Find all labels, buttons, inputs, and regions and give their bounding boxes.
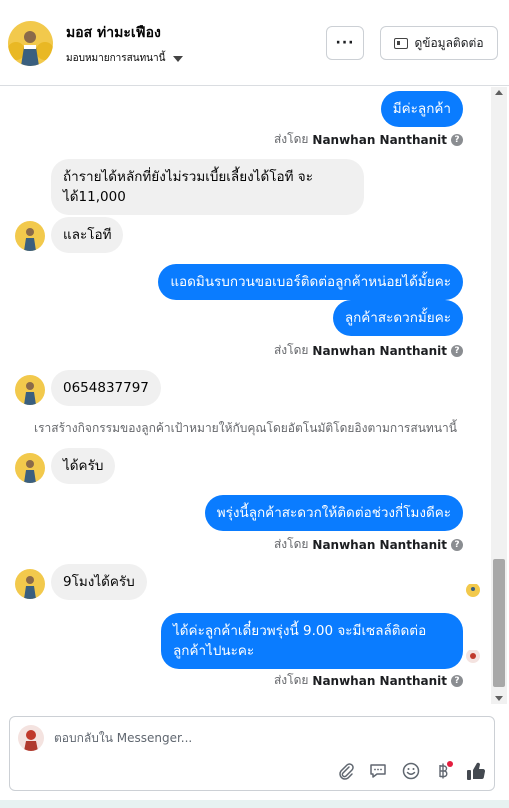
caret-down-icon — [173, 55, 184, 62]
question-icon[interactable]: ? — [451, 344, 463, 357]
conversation-window: มอส ท่ามะเฟือง มอบหมายการสนทนานี้ ··· ดู… — [0, 0, 509, 800]
notification-dot — [447, 761, 453, 767]
question-icon[interactable]: ? — [451, 133, 463, 146]
scroll-thumb[interactable] — [493, 559, 505, 687]
incoming-message[interactable]: ได้ครับ — [51, 448, 116, 484]
sent-by-line: ส่งโดย Nanwhan Nanthanit? — [274, 341, 463, 360]
question-icon[interactable]: ? — [451, 538, 463, 551]
more-icon: ··· — [335, 35, 355, 51]
conversation-header: มอส ท่ามะเฟือง มอบหมายการสนทนานี้ ··· ดู… — [0, 0, 509, 86]
paperclip-icon[interactable] — [336, 761, 356, 781]
contact-avatar[interactable] — [8, 21, 53, 66]
contact-avatar-small — [15, 375, 45, 405]
seen-receipt-avatar — [466, 583, 480, 597]
view-contact-info-label: ดูข้อมูลติดต่อ — [414, 35, 484, 50]
scroll-up-icon[interactable] — [495, 90, 503, 95]
outgoing-message[interactable]: พรุ่งนี้ลูกค้าสะดวกให้ติดต่อช่วงกี่โมงดี… — [204, 495, 463, 531]
contact-card-icon — [394, 37, 409, 49]
thread-scrollbar[interactable] — [491, 87, 507, 704]
outgoing-message[interactable]: มีค่ะลูกค้า — [380, 91, 463, 127]
view-contact-info-button[interactable]: ดูข้อมูลติดต่อ — [380, 26, 498, 60]
agent-avatar — [18, 725, 44, 751]
outgoing-message[interactable]: ได้ค่ะลูกค้าเดี๋ยวพรุ่งนี้ 9.00 จะมีเซลล… — [161, 613, 463, 669]
question-icon[interactable]: ? — [451, 674, 463, 687]
incoming-message[interactable]: 9โมงได้ครับ — [51, 564, 147, 600]
reply-input[interactable] — [54, 731, 474, 745]
sent-by-line: ส่งโดย Nanwhan Nanthanit? — [274, 535, 463, 554]
thumbs-up-icon[interactable] — [466, 761, 486, 781]
assign-label: มอบหมายการสนทนานี้ — [66, 53, 166, 64]
outgoing-message[interactable]: แอดมินรบกวนขอเบอร์ติดต่อลูกค้าหน่อยได้มั… — [158, 264, 463, 300]
contact-avatar-small — [15, 453, 45, 483]
outgoing-message[interactable]: ลูกค้าสะดวกมั้ยคะ — [332, 300, 463, 336]
incoming-message[interactable]: ถ้ารายได้หลักที่ยังไม่รวมเบี้ยเลี้ยงได้โ… — [51, 159, 364, 215]
sent-by-line: ส่งโดย Nanwhan Nanthanit? — [274, 671, 463, 690]
incoming-message[interactable]: 0654837797 — [51, 370, 161, 406]
baht-icon[interactable] — [433, 761, 453, 781]
reply-composer — [9, 716, 495, 791]
smiley-icon[interactable] — [401, 761, 421, 781]
assign-conversation-dropdown[interactable]: มอบหมายการสนทนานี้ — [66, 51, 184, 66]
incoming-message[interactable]: และโอที — [51, 217, 124, 253]
contact-avatar-small — [15, 221, 45, 251]
scroll-down-icon[interactable] — [495, 696, 503, 701]
more-options-button[interactable]: ··· — [326, 26, 364, 60]
contact-name[interactable]: มอส ท่ามะเฟือง — [66, 22, 161, 44]
agent-avatar-small — [466, 649, 480, 663]
message-thread[interactable]: มีค่ะลูกค้า ส่งโดย Nanwhan Nanthanit? ถ้า… — [0, 87, 491, 704]
contact-avatar-small — [15, 569, 45, 599]
chat-bubble-icon[interactable] — [368, 761, 388, 781]
sent-by-line: ส่งโดย Nanwhan Nanthanit? — [274, 130, 463, 149]
automation-notice: เราสร้างกิจกรรมของลูกค้าเป้าหมายให้กับคุ… — [34, 421, 457, 435]
